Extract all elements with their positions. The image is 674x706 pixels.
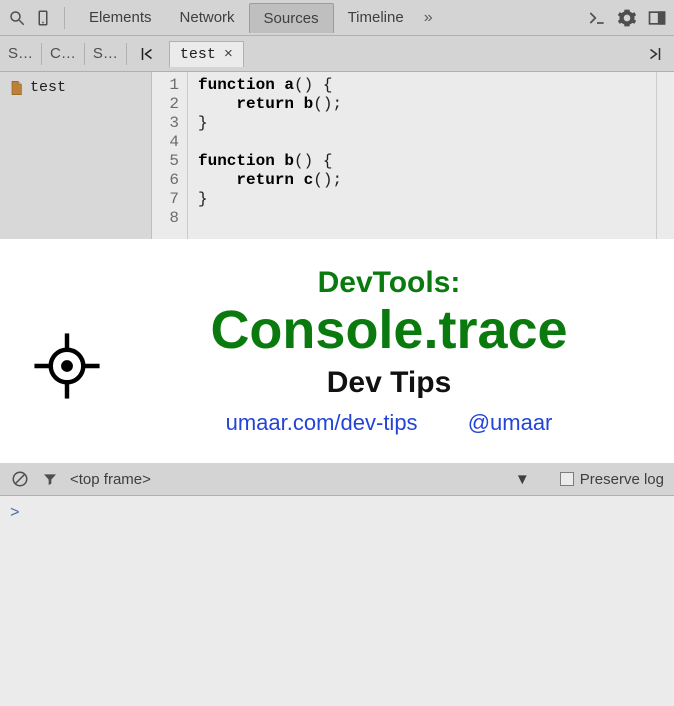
frame-selector[interactable]: <top frame> [70,471,151,488]
code-line [198,209,656,228]
console-toggle-icon[interactable] [586,7,608,29]
line-number: 3 [152,114,187,133]
line-number: 1 [152,76,187,95]
line-number: 5 [152,152,187,171]
devtools-toolbar: Elements Network Sources Timeline » [0,0,674,36]
code-line: function b() { [198,152,656,171]
overlay-link-site[interactable]: umaar.com/dev-tips [226,410,418,435]
navigate-forward-icon[interactable] [636,45,674,63]
console-prompt-icon: > [10,504,20,522]
tab-timeline[interactable]: Timeline [334,3,418,32]
tabs-overflow-icon[interactable]: » [418,9,439,27]
navigate-back-icon[interactable] [133,40,161,68]
code-line: } [198,190,656,209]
navigator-tab-3[interactable]: S… [85,45,126,62]
line-number: 7 [152,190,187,209]
panel-tabs: Elements Network Sources Timeline » [75,3,439,33]
line-number: 4 [152,133,187,152]
navigator-tab-2[interactable]: C… [42,45,84,62]
separator [64,7,65,29]
settings-gear-icon[interactable] [616,7,638,29]
code-line [198,133,656,152]
code-line: function a() { [198,76,656,95]
preserve-log-toggle[interactable]: Preserve log [560,471,664,488]
clear-console-icon[interactable] [10,469,30,489]
close-icon[interactable]: × [224,46,233,63]
code-line: return c(); [198,171,656,190]
file-icon [8,80,24,96]
line-number: 2 [152,95,187,114]
search-icon[interactable] [6,7,28,29]
console-output[interactable]: > [0,496,674,706]
overlay-subtitle: Dev Tips [124,366,654,400]
overlay-eyebrow: DevTools: [124,266,654,300]
file-tab-label: test [180,46,216,63]
frame-label: <top frame> [70,471,151,488]
open-file-tab[interactable]: test × [169,41,244,67]
code-line: return b(); [198,95,656,114]
checkbox-icon[interactable] [560,472,574,486]
preserve-log-label: Preserve log [580,471,664,488]
filter-icon[interactable] [40,469,60,489]
overlay-links: umaar.com/dev-tips @umaar [124,410,654,436]
line-number: 6 [152,171,187,190]
dock-side-icon[interactable] [646,7,668,29]
code-line: } [198,114,656,133]
chevron-down-icon: ▼ [515,471,530,488]
console-toolbar: <top frame> ▼ Preserve log [0,462,674,496]
device-mode-icon[interactable] [32,7,54,29]
separator [126,43,127,65]
file-name-label: test [30,79,66,96]
target-icon [30,329,104,403]
navigator-tab-1[interactable]: S… [0,45,41,62]
tab-elements[interactable]: Elements [75,3,166,32]
sources-subbar: S… C… S… test × [0,36,674,72]
overlay-link-handle[interactable]: @umaar [468,410,553,435]
overlay-title: Console.trace [124,302,654,359]
file-item[interactable]: test [0,76,151,99]
tab-sources[interactable]: Sources [249,3,334,33]
line-number: 8 [152,209,187,228]
overlay-card: DevTools: Console.trace Dev Tips umaar.c… [0,239,674,463]
tab-network[interactable]: Network [166,3,249,32]
